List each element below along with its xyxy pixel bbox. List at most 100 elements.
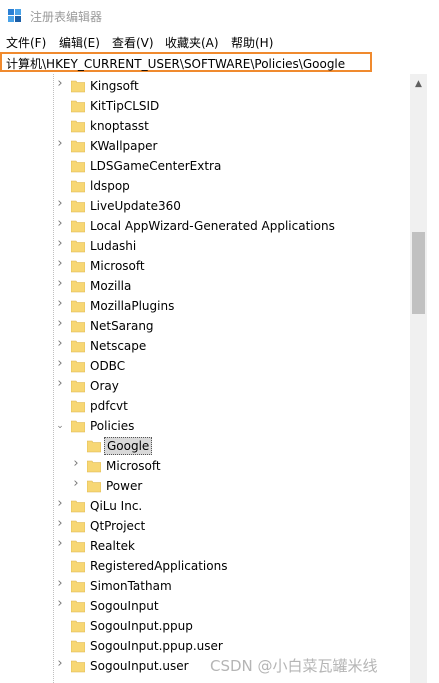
tree-item[interactable]: › QtProject (0, 516, 410, 536)
folder-icon (87, 460, 101, 473)
chevron-right-icon[interactable]: › (55, 257, 65, 270)
tree-item-label: SogouInput.ppup (90, 619, 193, 633)
menu-favorites[interactable]: 收藏夹(A) (165, 34, 219, 51)
chevron-right-icon[interactable]: › (55, 197, 65, 210)
chevron-right-icon[interactable]: › (55, 337, 65, 350)
tree-item[interactable]: KitTipCLSID (0, 96, 410, 116)
chevron-right-icon[interactable]: › (55, 317, 65, 330)
chevron-right-icon[interactable]: › (55, 137, 65, 150)
tree-item-label: KWallpaper (90, 139, 158, 153)
chevron-right-icon[interactable]: › (55, 657, 65, 670)
chevron-right-icon[interactable]: › (55, 537, 65, 550)
tree-item[interactable]: SogouInput.ppup (0, 616, 410, 636)
scroll-up-arrow-icon[interactable]: ▲ (410, 76, 427, 93)
folder-icon (71, 320, 85, 333)
tree-item-label: Microsoft (90, 259, 145, 273)
tree-item[interactable]: › LiveUpdate360 (0, 196, 410, 216)
menu-bar: 文件(F) 编辑(E) 查看(V) 收藏夹(A) 帮助(H) (0, 32, 439, 52)
tree-item[interactable]: › KWallpaper (0, 136, 410, 156)
tree-item[interactable]: RegisteredApplications (0, 556, 410, 576)
chevron-right-icon[interactable]: › (55, 297, 65, 310)
menu-file[interactable]: 文件(F) (6, 34, 46, 51)
folder-icon (71, 400, 85, 413)
tree-item-label: Ludashi (90, 239, 137, 253)
tree-item-label: LDSGameCenterExtra (90, 159, 222, 173)
folder-icon (71, 240, 85, 253)
tree-item[interactable]: Google (0, 436, 410, 456)
chevron-right-icon[interactable]: › (71, 477, 81, 490)
tree-item[interactable]: › Power (0, 476, 410, 496)
folder-icon (71, 600, 85, 613)
chevron-right-icon[interactable]: › (55, 517, 65, 530)
tree-item[interactable]: pdfcvt (0, 396, 410, 416)
tree-item-label: RegisteredApplications (90, 559, 228, 573)
registry-tree: › Kingsoft KitTipCLSID knoptasst › KWallpaper… (0, 74, 410, 683)
tree-item[interactable]: SogouInput.ppup.user (0, 636, 410, 656)
tree-item[interactable]: › Local AppWizard-Generated Applications (0, 216, 410, 236)
tree-item-label: Policies (90, 419, 135, 433)
folder-icon (71, 580, 85, 593)
watermark: CSDN @小白菜瓦罐米线 (210, 657, 378, 675)
menu-view[interactable]: 查看(V) (112, 34, 154, 51)
chevron-right-icon[interactable]: › (55, 237, 65, 250)
tree-item[interactable]: › Ludashi (0, 236, 410, 256)
tree-item-label: QiLu Inc. (90, 499, 143, 513)
folder-icon (71, 180, 85, 193)
chevron-right-icon[interactable]: › (55, 497, 65, 510)
tree-item[interactable]: ⌄ Policies (0, 416, 410, 436)
tree-item[interactable]: › Realtek (0, 536, 410, 556)
tree-item-label: Google (104, 437, 153, 455)
tree-item[interactable]: › Kingsoft (0, 76, 410, 96)
folder-icon (71, 660, 85, 673)
tree-item-label: Power (106, 479, 143, 493)
tree-item-label: ldspop (90, 179, 130, 193)
tree-item-label: pdfcvt (90, 399, 128, 413)
tree-item[interactable]: › ODBC (0, 356, 410, 376)
menu-edit[interactable]: 编辑(E) (59, 34, 100, 51)
tree-item-label: SogouInput (90, 599, 159, 613)
tree-item[interactable]: › SogouInput (0, 596, 410, 616)
chevron-right-icon[interactable]: › (55, 277, 65, 290)
chevron-right-icon[interactable]: › (71, 457, 81, 470)
folder-icon (87, 480, 101, 493)
folder-icon (71, 500, 85, 513)
folder-icon (71, 80, 85, 93)
chevron-right-icon[interactable]: › (55, 577, 65, 590)
vertical-scrollbar[interactable]: ▲ (410, 74, 427, 683)
tree-item[interactable]: ldspop (0, 176, 410, 196)
tree-item[interactable]: › MozillaPlugins (0, 296, 410, 316)
folder-icon (71, 380, 85, 393)
folder-icon (71, 340, 85, 353)
folder-icon (71, 420, 85, 433)
window-title: 注册表编辑器 (30, 10, 103, 24)
chevron-down-icon[interactable]: ⌄ (55, 421, 65, 431)
tree-item[interactable]: › SimonTatham (0, 576, 410, 596)
tree-item[interactable]: › Microsoft (0, 256, 410, 276)
tree-item-label: QtProject (90, 519, 146, 533)
tree-item[interactable]: › Microsoft (0, 456, 410, 476)
folder-icon (71, 560, 85, 573)
address-path[interactable]: 计算机\HKEY_CURRENT_USER\SOFTWARE\Policies\… (6, 55, 345, 72)
tree-item-label: NetSarang (90, 319, 154, 333)
tree-item[interactable]: › Netscape (0, 336, 410, 356)
menu-help[interactable]: 帮助(H) (231, 34, 273, 51)
tree-item[interactable]: › Oray (0, 376, 410, 396)
scroll-thumb[interactable] (412, 232, 425, 314)
tree-item-label: Kingsoft (90, 79, 139, 93)
tree-item[interactable]: knoptasst (0, 116, 410, 136)
tree-item[interactable]: › Mozilla (0, 276, 410, 296)
tree-item-label: Mozilla (90, 279, 132, 293)
chevron-right-icon[interactable]: › (55, 77, 65, 90)
chevron-right-icon[interactable]: › (55, 357, 65, 370)
chevron-right-icon[interactable]: › (55, 217, 65, 230)
tree-item[interactable]: › NetSarang (0, 316, 410, 336)
tree-item-label: knoptasst (90, 119, 149, 133)
chevron-right-icon[interactable]: › (55, 597, 65, 610)
tree-item-label: SogouInput.user (90, 659, 189, 673)
tree-item[interactable]: › QiLu Inc. (0, 496, 410, 516)
tree-item-label: Microsoft (106, 459, 161, 473)
address-bar[interactable]: 计算机\HKEY_CURRENT_USER\SOFTWARE\Policies\… (0, 52, 372, 72)
tree-item-label: SogouInput.ppup.user (90, 639, 223, 653)
tree-item[interactable]: LDSGameCenterExtra (0, 156, 410, 176)
chevron-right-icon[interactable]: › (55, 377, 65, 390)
